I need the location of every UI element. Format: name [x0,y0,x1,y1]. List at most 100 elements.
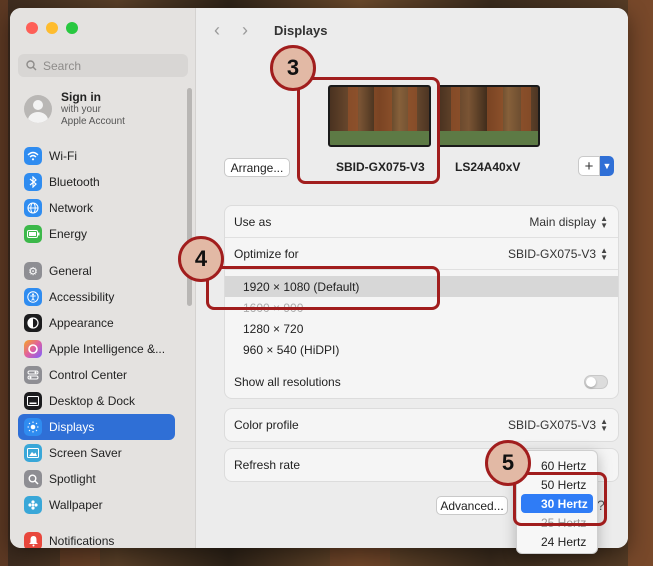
sidebar-item-bluetooth[interactable]: Bluetooth [18,169,175,195]
display-name-2: LS24A40xV [455,160,521,174]
show-all-toggle[interactable] [584,375,608,389]
updown-chevron-icon: ▲ ▼ [600,213,608,230]
background-tree [60,548,100,566]
optimize-for-popup[interactable]: SBID-GX075-V3 ▲ ▼ [508,245,608,262]
sidebar-item-label: Screen Saver [49,446,122,460]
sidebar-item-general[interactable]: ⚙ General [18,258,175,284]
bell-icon [24,532,42,548]
apple-intelligence-icon [24,340,42,358]
background-tree [0,0,8,566]
chevron-down-icon[interactable]: ▼ [600,156,614,176]
sidebar-item-label: Wi-Fi [49,149,77,163]
spotlight-icon [24,470,42,488]
zoom-button[interactable] [66,22,78,34]
avatar [24,95,52,123]
annotation-step-5: 5 [485,440,531,486]
sidebar-item-label: Energy [49,227,88,241]
sidebar-item-apple-intelligence[interactable]: Apple Intelligence &... [18,336,175,362]
bluetooth-icon [24,173,42,191]
sidebar-item-wallpaper[interactable]: Wallpaper [18,492,175,518]
optimize-for-label: Optimize for [234,246,299,261]
sidebar-item-label: Desktop & Dock [49,394,136,408]
signin-subtitle-2: Apple Account [61,116,125,127]
advanced-button[interactable]: Advanced... [436,496,508,515]
close-button[interactable] [26,22,38,34]
sidebar-item-label: Bluetooth [49,175,100,189]
updown-chevron-icon: ▲ ▼ [600,245,608,262]
arrange-button[interactable]: Arrange... [224,158,290,177]
dock-icon [24,392,42,410]
sidebar-group-system: ⚙ General Accessibility Appearance Apple… [18,258,175,518]
sidebar-item-label: Spotlight [49,472,96,486]
annotation-step-3: 3 [270,45,316,91]
use-as-popup[interactable]: Main display ▲ ▼ [529,213,608,230]
globe-icon [24,199,42,217]
wifi-icon [24,147,42,165]
sidebar-item-control-center[interactable]: Control Center [18,362,175,388]
add-display-control[interactable]: + ▼ [578,156,614,176]
use-as-label: Use as [234,214,272,229]
battery-icon [24,225,42,243]
sidebar-item-spotlight[interactable]: Spotlight [18,466,175,492]
sidebar-item-wifi[interactable]: Wi-Fi [18,143,175,169]
sidebar-item-label: Appearance [49,316,114,330]
use-as-row[interactable]: Use as Main display ▲ ▼ [225,206,618,238]
control-center-icon [24,366,42,384]
account-signin[interactable]: Sign in with your Apple Account [24,90,125,128]
color-profile-value: SBID-GX075-V3 [508,418,597,432]
add-display-button[interactable]: + [578,156,600,176]
updown-chevron-icon: ▲ ▼ [600,417,608,433]
sidebar-item-displays[interactable]: Displays [18,414,175,440]
sidebar-item-label: Apple Intelligence &... [49,342,166,356]
annotation-highlight-3 [297,77,440,184]
sidebar-item-desktop-dock[interactable]: Desktop & Dock [18,388,175,414]
sidebar-item-screen-saver[interactable]: Screen Saver [18,440,175,466]
background-tree [330,548,390,566]
color-profile-row[interactable]: Color profile SBID-GX075-V3 ▲ ▼ [225,409,618,441]
annotation-step-4: 4 [178,236,224,282]
page-title: Displays [274,23,328,38]
forward-button[interactable]: › [242,20,270,41]
refresh-option[interactable]: 24 Hertz [521,532,593,551]
color-profile-label: Color profile [234,418,299,432]
sidebar-item-energy[interactable]: Energy [18,221,175,247]
sidebar-item-label: Displays [49,420,95,434]
toolbar: ‹ › Displays [214,20,327,41]
sidebar-item-label: Control Center [49,368,128,382]
resolution-option[interactable]: 1280 × 720 [243,318,618,339]
sidebar-item-appearance[interactable]: Appearance [18,310,175,336]
resolution-option[interactable]: 960 × 540 (HiDPI) [243,339,618,360]
color-profile-popup[interactable]: SBID-GX075-V3 ▲ ▼ [508,417,608,433]
sun-icon [24,418,42,436]
sidebar-group-notifications: Notifications [18,528,175,548]
background-tree [628,0,653,566]
show-all-label: Show all resolutions [234,375,341,389]
search-placeholder: Search [43,58,82,73]
screen-saver-icon [24,444,42,462]
use-as-value: Main display [529,214,597,229]
signin-subtitle-1: with your [61,104,102,115]
annotation-highlight-5 [513,472,607,526]
signin-title: Sign in [61,90,101,104]
sidebar-item-notifications[interactable]: Notifications [18,528,175,548]
wallpaper-icon [24,496,42,514]
search-input[interactable]: Search [18,54,188,77]
appearance-icon [24,314,42,332]
accessibility-icon [24,288,42,306]
refresh-rate-label: Refresh rate [234,458,301,472]
sidebar-item-label: Wallpaper [49,498,103,512]
sidebar-item-label: General [49,264,92,278]
sidebar-item-label: Accessibility [49,290,115,304]
sidebar-item-network[interactable]: Network [18,195,175,221]
sidebar-group-network: Wi-Fi Bluetooth Network Energy [18,143,175,247]
minimize-button[interactable] [46,22,58,34]
window-controls [26,22,78,34]
gear-icon: ⚙ [24,262,42,280]
sidebar-item-label: Notifications [49,534,115,548]
sidebar-item-label: Network [49,201,94,215]
sidebar-item-accessibility[interactable]: Accessibility [18,284,175,310]
back-button[interactable]: ‹ [214,20,242,41]
color-profile-card: Color profile SBID-GX075-V3 ▲ ▼ [224,408,619,442]
display-thumbnail-2[interactable] [437,85,540,147]
optimize-for-value: SBID-GX075-V3 [508,246,597,261]
